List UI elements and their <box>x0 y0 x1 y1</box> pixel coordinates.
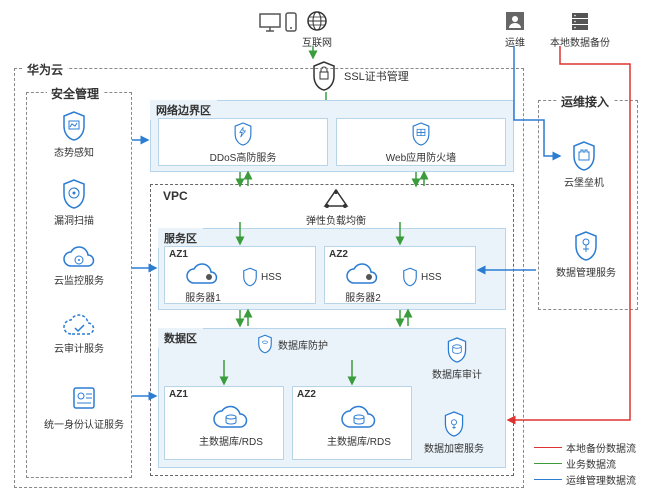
security-item-1: 漏洞扫描 <box>54 178 94 227</box>
backup-node: 本地数据备份 <box>550 10 610 49</box>
server1-icon <box>183 263 223 287</box>
internet-label: 互联网 <box>302 34 332 49</box>
db-audit-icon <box>445 336 469 364</box>
das-node: 数据管理服务 <box>556 230 616 279</box>
ops-label: 运维 <box>505 34 525 49</box>
architecture-diagram: 互联网 运维 本地数据备份 SSL证书管理 华为云 安全管理 态势感知 漏洞扫描… <box>0 0 654 500</box>
vpc-title: VPC <box>159 189 192 203</box>
security-item-0: 态势感知 <box>54 110 94 159</box>
rds2-icon <box>339 405 379 431</box>
internet-node: 互联网 <box>302 10 332 49</box>
elb-icon <box>323 188 349 210</box>
edge-zone-title: 网络边界区 <box>150 100 217 120</box>
waf-icon <box>410 121 432 147</box>
ops-node: 运维 <box>504 10 526 49</box>
rds1-icon <box>211 405 251 431</box>
legend: 本地备份数据流 业务数据流 运维管理数据流 <box>534 439 636 488</box>
globe-icon <box>306 10 328 32</box>
user-icon <box>504 10 526 32</box>
data-az1: AZ1 主数据库/RDS <box>164 386 284 460</box>
legend-line-backup <box>534 447 562 448</box>
encrypt-node: 数据加密服务 <box>424 410 484 455</box>
huawei-cloud-title: 华为云 <box>23 61 67 78</box>
encrypt-icon <box>442 410 466 438</box>
backup-label: 本地数据备份 <box>550 34 610 49</box>
iam-icon <box>70 382 98 414</box>
elb-node: 弹性负载均衡 <box>306 188 366 227</box>
mobile-icon <box>285 12 297 32</box>
awareness-icon <box>60 110 88 142</box>
ddos-box: DDoS高防服务 <box>158 118 328 166</box>
security-item-4: 统一身份认证服务 <box>44 382 124 431</box>
dbss-node: 数据库防护 <box>256 334 328 354</box>
scan-icon <box>60 178 88 210</box>
hss-icon <box>241 267 259 287</box>
ops-access-title: 运维接入 <box>557 93 613 110</box>
dbss-icon <box>256 334 274 354</box>
monitor-cloud-icon <box>61 246 97 270</box>
data-az2: AZ2 主数据库/RDS <box>292 386 412 460</box>
service-zone-title: 服务区 <box>158 228 203 248</box>
server-icon <box>569 10 591 32</box>
desktop-icon <box>258 12 282 32</box>
bastion-icon <box>570 140 598 172</box>
server2-icon <box>343 263 383 287</box>
db-audit-node: 数据库审计 <box>432 336 482 381</box>
legend-line-ops <box>534 479 562 480</box>
data-zone-title: 数据区 <box>158 328 203 348</box>
audit-cloud-icon <box>61 314 97 338</box>
bastion-node: 云堡垒机 <box>564 140 604 189</box>
security-title: 安全管理 <box>47 85 103 102</box>
legend-line-biz <box>534 463 562 464</box>
ddos-icon <box>232 121 254 147</box>
das-icon <box>572 230 600 262</box>
service-az1: AZ1 服务器1 HSS <box>164 246 316 304</box>
security-item-3: 云审计服务 <box>54 314 104 355</box>
security-item-2: 云监控服务 <box>54 246 104 287</box>
waf-box: Web应用防火墙 <box>336 118 506 166</box>
hss-icon-2 <box>401 267 419 287</box>
service-az2: AZ2 服务器2 HSS <box>324 246 476 304</box>
